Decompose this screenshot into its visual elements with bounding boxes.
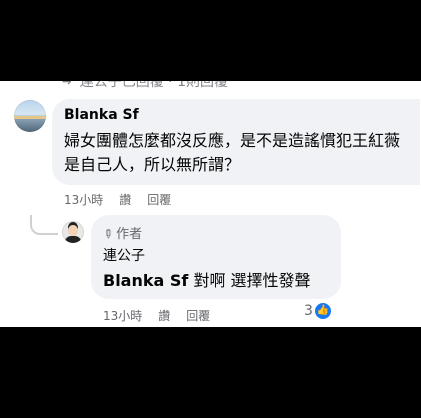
reply-like-button[interactable]: 讚 (158, 309, 170, 323)
pencil-icon: ✎ (99, 225, 117, 243)
thumbs-up-icon: 👍 (314, 303, 331, 319)
mention-link[interactable]: Blanka Sf (103, 271, 188, 290)
reply-button[interactable]: 回覆 (147, 193, 171, 207)
reply-actions: 13小時 讚 回覆 (103, 307, 226, 324)
reply-text: Blanka Sf 對啊 選擇性發聲 (103, 267, 311, 291)
avatar[interactable] (14, 100, 46, 132)
reply-avatar[interactable] (62, 221, 84, 243)
reply-author[interactable]: 連公子 (103, 245, 145, 265)
author-badge: ✎作者 (99, 225, 143, 243)
comment-bubble: Blanka Sf 婦女團體怎麼都沒反應，是不是造謠慣犯王紅薇是自己人，所以無所… (52, 99, 420, 185)
avatar-horizon (14, 116, 46, 119)
previous-reply-summary[interactable]: ↵ 連公子已回覆 · 1則回覆 (60, 81, 228, 91)
comment-text: 婦女團體怎麼都沒反應，是不是造謠慣犯王紅薇是自己人，所以無所謂？ (64, 131, 401, 174)
comment-time[interactable]: 13小時 (64, 193, 103, 207)
comment-author[interactable]: Blanka Sf (64, 107, 139, 123)
comment-actions: 13小時 讚 回覆 (64, 191, 187, 208)
reply-time[interactable]: 13小時 (103, 309, 142, 323)
avatar-face (68, 225, 78, 236)
reply-reply-button[interactable]: 回覆 (186, 309, 210, 323)
reaction-count: 3 (304, 303, 313, 319)
reaction-summary[interactable]: 3 👍 (304, 303, 331, 319)
reply-arrow-icon: ↵ (60, 81, 72, 90)
thread-line (30, 215, 58, 235)
avatar-body (65, 236, 81, 243)
reply-body: 對啊 選擇性發聲 (188, 271, 311, 290)
reply-bubble: ✎作者 連公子 Blanka Sf 對啊 選擇性發聲 (91, 215, 341, 299)
comment-panel: ↵ 連公子已回覆 · 1則回覆 Blanka Sf 婦女團體怎麼都沒反應，是不是造… (0, 81, 421, 327)
like-button[interactable]: 讚 (119, 193, 131, 207)
